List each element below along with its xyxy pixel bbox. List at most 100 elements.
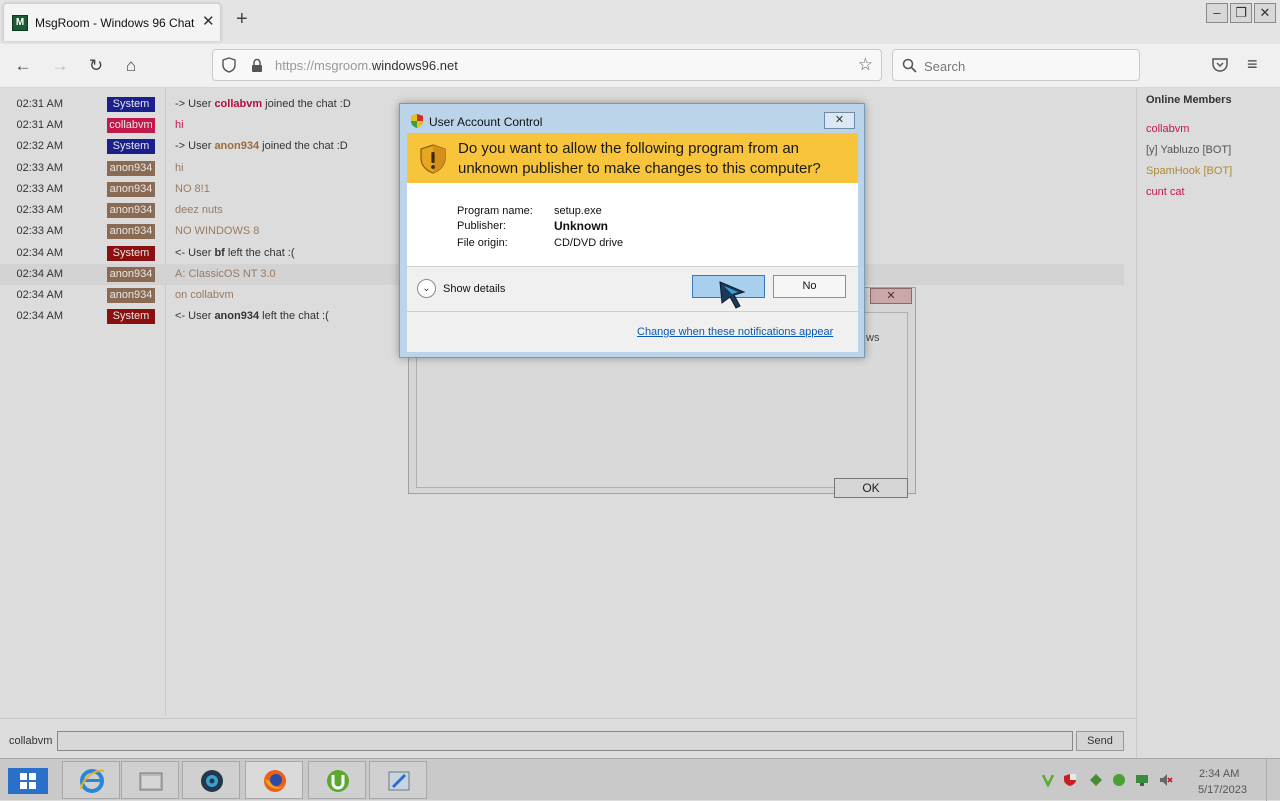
reload-icon[interactable]: ↻: [85, 55, 107, 77]
member-item[interactable]: SpamHook [BOT]: [1146, 165, 1232, 177]
action-center-icon[interactable]: [1063, 773, 1077, 787]
search-icon: [902, 58, 917, 73]
utorrent-tray-icon[interactable]: [1041, 773, 1055, 787]
uac-footer: Change when these notifications appear: [407, 312, 858, 352]
show-details-toggle[interactable]: Show details: [443, 283, 505, 295]
member-item[interactable]: collabvm: [1146, 123, 1189, 135]
taskbar-explorer[interactable]: [121, 761, 179, 799]
taskbar-media-center[interactable]: [182, 761, 240, 799]
pocket-icon[interactable]: [1211, 56, 1229, 74]
url-prefix: https://msgroom.: [275, 58, 372, 73]
message-body: joined the chat :D: [259, 140, 348, 152]
media-center-icon: [201, 770, 223, 792]
lock-icon[interactable]: [250, 58, 264, 73]
volume-muted-icon[interactable]: [1159, 773, 1173, 787]
no-button[interactable]: No: [773, 275, 846, 298]
message-text: NO WINDOWS 8: [175, 225, 259, 237]
start-button[interactable]: [8, 768, 48, 794]
taskbar-firefox[interactable]: [245, 761, 303, 799]
message-timestamp: 02:32 AM: [16, 140, 63, 152]
message-prefix: <- User: [175, 310, 215, 322]
url-bar[interactable]: https://msgroom.windows96.net ☆: [212, 49, 882, 81]
publisher-label: Publisher:: [457, 220, 506, 232]
utorrent-icon: [327, 770, 349, 792]
username-badge[interactable]: collabvm: [107, 118, 155, 133]
username-badge[interactable]: anon934: [107, 203, 155, 218]
username-badge[interactable]: System: [107, 246, 155, 261]
taskbar-installer[interactable]: [369, 761, 427, 799]
message-body: hi: [175, 162, 184, 174]
tracking-shield-icon[interactable]: [222, 57, 236, 73]
message-text: hi: [175, 119, 184, 131]
chevron-down-icon[interactable]: ⌄: [417, 279, 436, 298]
message-input[interactable]: [57, 731, 1073, 751]
msgroom-favicon-icon: M: [12, 15, 28, 31]
message-text: deez nuts: [175, 204, 223, 216]
background-dialog-text: ws: [866, 332, 880, 344]
clock-date[interactable]: 5/17/2023: [1198, 784, 1247, 796]
tab-msgroom[interactable]: M MsgRoom - Windows 96 Chat ✕: [3, 3, 221, 41]
new-tab-button[interactable]: +: [236, 9, 248, 29]
url-text[interactable]: https://msgroom.windows96.net: [275, 58, 458, 73]
tab-close-button[interactable]: ✕: [202, 14, 215, 30]
back-arrow-icon[interactable]: ←: [12, 55, 34, 77]
installer-icon: [388, 771, 410, 791]
username-badge[interactable]: anon934: [107, 161, 155, 176]
uac-body: Do you want to allow the following progr…: [407, 133, 858, 352]
message-body: left the chat :(: [224, 247, 295, 259]
display-tray-icon[interactable]: [1135, 773, 1149, 787]
uac-close-button[interactable]: ✕: [824, 112, 855, 129]
uac-button-bar: ⌄ Show details No: [407, 267, 858, 311]
message-timestamp: 02:33 AM: [16, 204, 63, 216]
message-prefix: <- User: [175, 247, 215, 259]
message-prefix: -> User: [175, 140, 215, 152]
message-body: joined the chat :D: [262, 98, 351, 110]
message-text: hi: [175, 162, 184, 174]
background-ok-button[interactable]: OK: [834, 478, 908, 498]
taskbar-ie[interactable]: [62, 761, 120, 799]
taskbar-utorrent[interactable]: [308, 761, 366, 799]
search-bar[interactable]: Search: [892, 49, 1140, 81]
message-timestamp: 02:31 AM: [16, 119, 63, 131]
forward-arrow-icon[interactable]: →: [49, 55, 71, 77]
members-title: Online Members: [1146, 94, 1232, 106]
mouse-cursor-icon: [719, 281, 746, 309]
message-body: NO 8!1: [175, 183, 210, 195]
username-badge[interactable]: System: [107, 139, 155, 154]
taskbar: 2:34 AM 5/17/2023: [0, 758, 1280, 801]
message-username: bf: [214, 247, 225, 259]
username-badge[interactable]: anon934: [107, 288, 155, 303]
uac-warning-header: Do you want to allow the following progr…: [407, 133, 858, 183]
program-name-value: setup.exe: [554, 205, 602, 217]
message-body: hi: [175, 119, 184, 131]
members-panel: Online Members collabvm [y] Yabluzo [BOT]…: [1136, 88, 1280, 758]
username-badge[interactable]: System: [107, 309, 155, 324]
hamburger-menu-icon[interactable]: ≡: [1247, 54, 1258, 75]
username-badge[interactable]: anon934: [107, 224, 155, 239]
message-text: <- User bf left the chat :(: [175, 247, 295, 259]
message-body: NO WINDOWS 8: [175, 225, 260, 237]
username-badge[interactable]: System: [107, 97, 155, 112]
member-item[interactable]: [y] Yabluzo [BOT]: [1146, 144, 1231, 156]
ie-icon: [80, 769, 105, 793]
tray-app-icon[interactable]: [1112, 773, 1126, 787]
program-name-label: Program name:: [457, 205, 533, 217]
member-item[interactable]: cunt cat: [1146, 186, 1185, 198]
explorer-icon: [139, 772, 163, 791]
uac-shield-icon: [411, 114, 423, 128]
username-badge[interactable]: anon934: [107, 267, 155, 282]
home-icon[interactable]: ⌂: [120, 55, 142, 77]
clock-time[interactable]: 2:34 AM: [1199, 768, 1239, 780]
network-tray-icon[interactable]: [1089, 773, 1103, 787]
username-badge[interactable]: anon934: [107, 182, 155, 197]
navigation-bar: ← → ↻ ⌂ https://msgroom.windows96.net ☆ …: [0, 44, 1280, 88]
message-timestamp: 02:33 AM: [16, 225, 63, 237]
window-close-button[interactable]: ✕: [1254, 3, 1276, 23]
change-notifications-link[interactable]: Change when these notifications appear: [637, 326, 833, 338]
background-dialog-close-button[interactable]: ✕: [870, 288, 912, 304]
show-desktop-button[interactable]: [1266, 759, 1280, 801]
minimize-button[interactable]: ‒: [1206, 3, 1228, 23]
restore-button[interactable]: ❐: [1230, 3, 1252, 23]
bookmark-star-icon[interactable]: ☆: [858, 55, 873, 75]
send-button[interactable]: Send: [1076, 731, 1124, 751]
